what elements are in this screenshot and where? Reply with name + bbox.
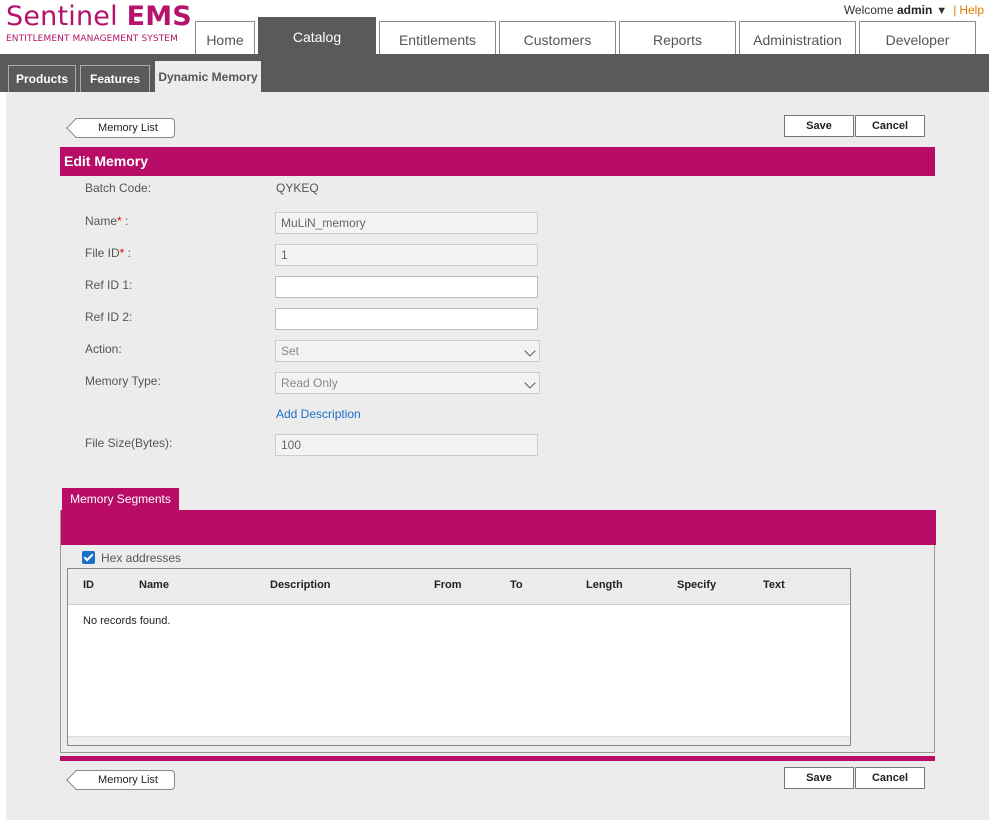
- hex-addresses-row: Hex addresses: [82, 551, 181, 565]
- ref-id-1-label: Ref ID 1:: [85, 278, 133, 292]
- file-size-field[interactable]: 100: [275, 434, 538, 456]
- column-header-to[interactable]: To: [510, 579, 523, 591]
- batch-code-label: Batch Code:: [85, 181, 152, 195]
- column-header-name[interactable]: Name: [139, 579, 169, 591]
- ref-id-2-field[interactable]: [275, 308, 538, 330]
- save-button-bottom[interactable]: Save: [784, 767, 854, 789]
- file-size-label: File Size(Bytes):: [85, 436, 173, 450]
- batch-code-value: QYKEQ: [276, 181, 319, 195]
- memory-list-button-bottom[interactable]: Memory List: [75, 770, 175, 790]
- memory-type-select[interactable]: Read Only: [275, 372, 540, 394]
- welcome-text: Welcome: [843, 3, 894, 17]
- hex-addresses-label: Hex addresses: [101, 551, 182, 565]
- column-header-description[interactable]: Description: [270, 579, 331, 591]
- segments-table: ID Name Description From To Length Speci…: [67, 568, 851, 746]
- column-header-length[interactable]: Length: [586, 579, 623, 591]
- chevron-down-icon: [524, 377, 536, 389]
- tab-catalog[interactable]: Catalog: [258, 17, 376, 55]
- brand-logo: Sentinel EMS: [6, 1, 192, 32]
- column-header-from[interactable]: From: [434, 579, 462, 591]
- action-value: Set: [281, 344, 300, 358]
- user-menu: Welcome admin ▼ | Help: [844, 3, 984, 17]
- cancel-button-top[interactable]: Cancel: [855, 115, 925, 137]
- tab-entitlements[interactable]: Entitlements: [379, 21, 496, 55]
- tab-home[interactable]: Home: [195, 21, 255, 55]
- name-field[interactable]: MuLiN_memory: [275, 212, 538, 234]
- ref-id-1-field[interactable]: [275, 276, 538, 298]
- brand-subtitle: ENTITLEMENT MANAGEMENT SYSTEM: [6, 34, 178, 44]
- memory-segments-panel: Hex addresses ID Name Description From T…: [60, 510, 936, 753]
- separator: |: [953, 3, 957, 17]
- file-id-field[interactable]: 1: [275, 244, 538, 266]
- chevron-down-icon: [524, 345, 536, 357]
- column-header-specify[interactable]: Specify: [677, 579, 716, 591]
- column-header-id[interactable]: ID: [83, 579, 94, 591]
- tab-memory-segments[interactable]: Memory Segments: [62, 488, 179, 511]
- table-scrollbar[interactable]: [68, 736, 850, 745]
- subtab-features[interactable]: Features: [80, 65, 150, 92]
- edit-memory-header: Edit Memory: [60, 147, 935, 176]
- segments-toolbar: [61, 510, 936, 545]
- username[interactable]: admin: [897, 3, 932, 17]
- tab-administration[interactable]: Administration: [739, 21, 856, 55]
- column-header-text[interactable]: Text: [763, 579, 785, 591]
- content-area: Memory List Save Cancel Edit Memory Batc…: [6, 92, 989, 820]
- action-label: Action:: [85, 342, 122, 356]
- tab-developer[interactable]: Developer: [859, 21, 976, 55]
- memory-list-button-top[interactable]: Memory List: [75, 118, 175, 138]
- subtab-dynamic-memory[interactable]: Dynamic Memory: [155, 61, 261, 92]
- help-link[interactable]: Help: [959, 3, 984, 17]
- action-select[interactable]: Set: [275, 340, 540, 362]
- hex-addresses-checkbox[interactable]: [82, 551, 95, 564]
- brand-name-light: Sentinel: [6, 1, 118, 32]
- add-description-link[interactable]: Add Description: [276, 407, 361, 421]
- save-button-top[interactable]: Save: [784, 115, 854, 137]
- memory-type-label: Memory Type:: [85, 374, 161, 388]
- file-id-label: File ID* :: [85, 246, 132, 260]
- memory-type-value: Read Only: [281, 376, 338, 390]
- empty-message: No records found.: [83, 615, 171, 627]
- caret-down-icon[interactable]: ▼: [936, 5, 947, 17]
- sub-navigation: Products Features Dynamic Memory: [0, 54, 989, 92]
- cancel-button-bottom[interactable]: Cancel: [855, 767, 925, 789]
- tab-customers[interactable]: Customers: [499, 21, 616, 55]
- subtab-products[interactable]: Products: [8, 65, 76, 92]
- name-label: Name* :: [85, 214, 129, 228]
- ref-id-2-label: Ref ID 2:: [85, 310, 133, 324]
- divider: [60, 756, 935, 761]
- table-header: ID Name Description From To Length Speci…: [68, 569, 850, 605]
- brand-name-bold: EMS: [126, 1, 192, 32]
- tab-reports[interactable]: Reports: [619, 21, 736, 55]
